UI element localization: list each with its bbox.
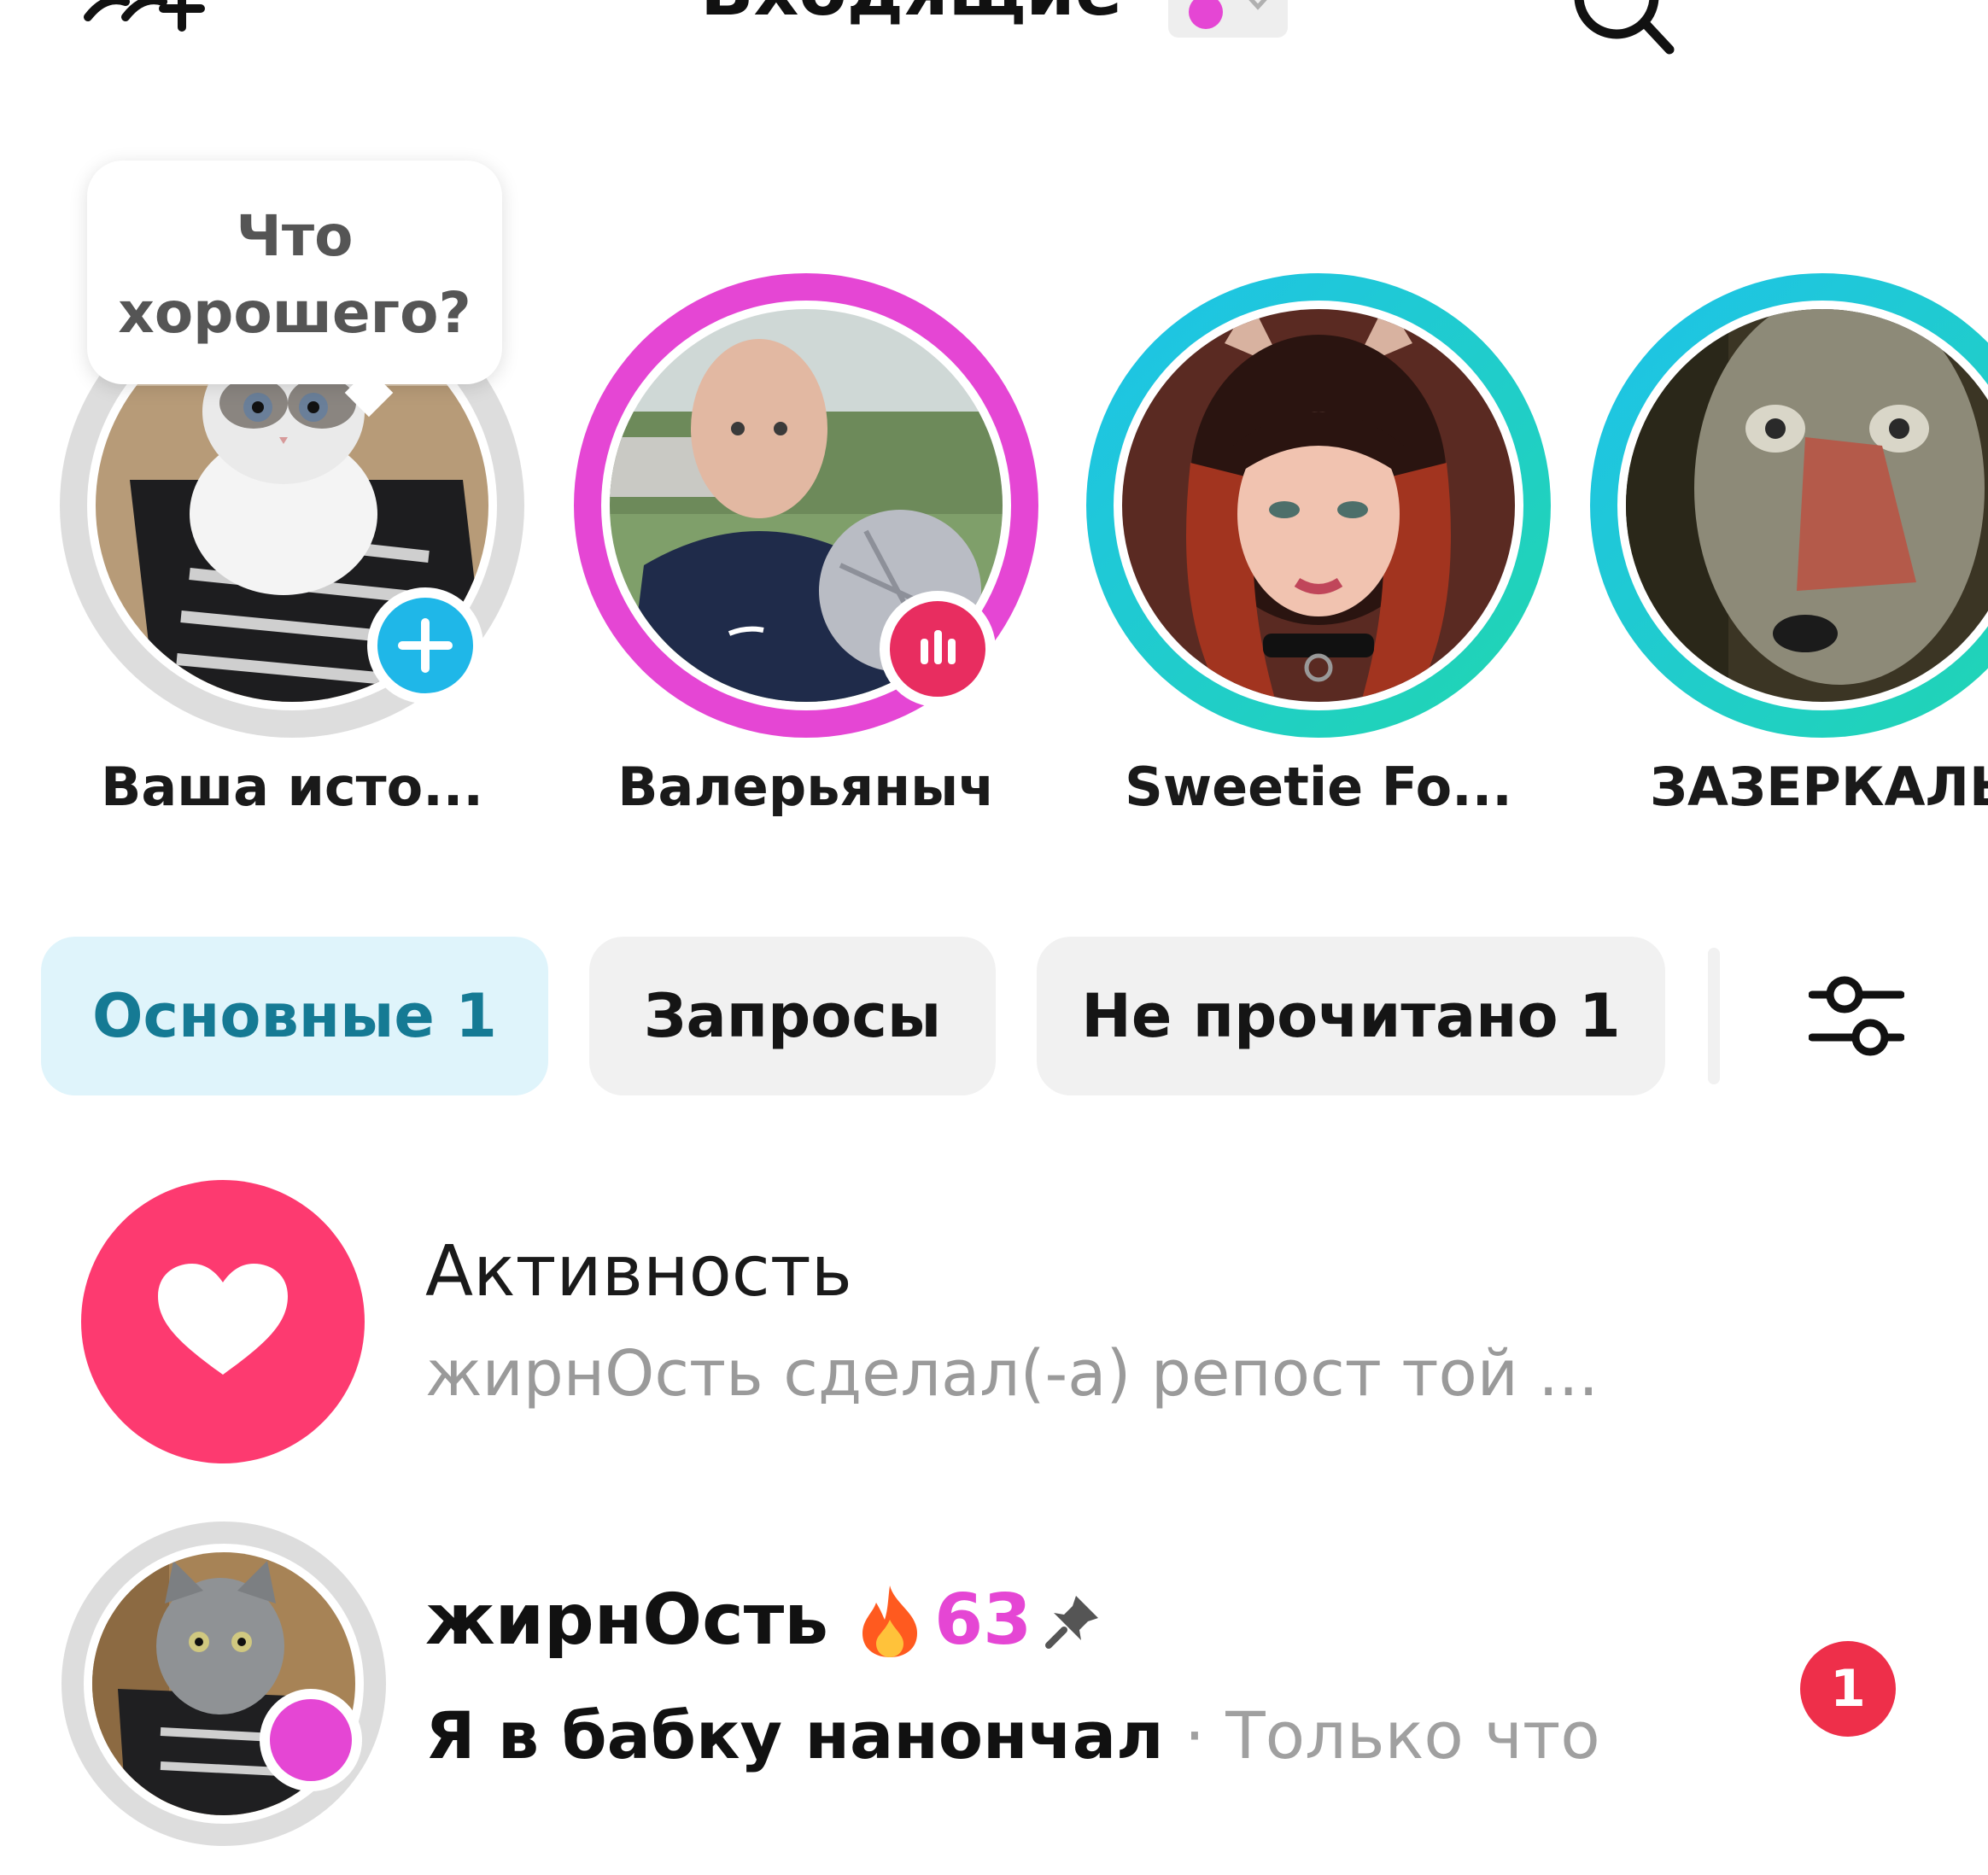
story-sweetie-fox[interactable]: Sweetie Fo... — [1026, 273, 1551, 837]
unread-badge: 1 — [1800, 1641, 1896, 1737]
sliders-icon[interactable] — [1809, 969, 1904, 1063]
story-ring — [1086, 273, 1551, 738]
chat-row[interactable]: жирнОсть 63 Я в бабку нанончал · Только … — [0, 1511, 1988, 1875]
chevron-down-icon — [1248, 0, 1267, 10]
tab-unread[interactable]: Не прочитано 1 — [1037, 937, 1665, 1095]
tab-requests[interactable]: Запросы — [589, 937, 996, 1095]
story-name: Ваша исто... — [101, 756, 483, 818]
chat-message: Я в бабку нанончал — [425, 1697, 1164, 1773]
streak-count: 63 — [934, 1580, 1032, 1661]
activity-subtitle: жирнОсть сделал(-а) репост той ... — [425, 1337, 1599, 1411]
activity-row[interactable]: Активность жирнОсть сделал(-а) репост то… — [0, 1170, 1988, 1477]
tooltip-text: Что хорошего? — [118, 203, 471, 346]
more-icon[interactable] — [1793, 0, 1904, 17]
fire-icon — [862, 1585, 918, 1657]
chat-name: жирнОсть — [425, 1580, 829, 1661]
story-ring — [1590, 273, 1988, 738]
chat-time: Только что — [1225, 1697, 1600, 1773]
page-title: Входящие — [700, 0, 1122, 32]
tab-primary[interactable]: Основные 1 — [41, 937, 548, 1095]
heart-icon — [158, 1264, 288, 1375]
avatar-girl — [1122, 309, 1515, 702]
activity-title: Активность — [425, 1231, 852, 1312]
add-story-button[interactable] — [367, 587, 483, 704]
search-icon[interactable] — [1567, 0, 1678, 60]
chat-avatar-ring — [61, 1522, 386, 1846]
chat-preview: Я в бабку нанончал · Только что — [425, 1697, 1600, 1773]
activity-avatar — [81, 1180, 365, 1463]
chat-separator: · — [1184, 1697, 1206, 1773]
story-zazerkalye[interactable]: ЗАЗЕРКАЛЬЕ — [1530, 273, 1988, 837]
chip-edge — [1708, 948, 1720, 1084]
story-name: Валерьяныч — [617, 756, 995, 818]
audio-badge — [880, 591, 996, 707]
plus-icon — [398, 618, 453, 673]
story-tooltip: Что хорошего? — [87, 161, 502, 384]
chat-title: жирнОсть 63 — [425, 1580, 1103, 1661]
audio-bars-icon — [921, 630, 956, 664]
story-valeryanych[interactable]: Валерьяныч — [514, 273, 1038, 837]
story-name: ЗАЗЕРКАЛЬЕ — [1650, 756, 1988, 818]
story-name: Sweetie Fo... — [1125, 756, 1512, 818]
add-friend-icon[interactable] — [81, 0, 209, 51]
pin-icon — [1045, 1595, 1099, 1649]
online-indicator — [270, 1699, 352, 1781]
